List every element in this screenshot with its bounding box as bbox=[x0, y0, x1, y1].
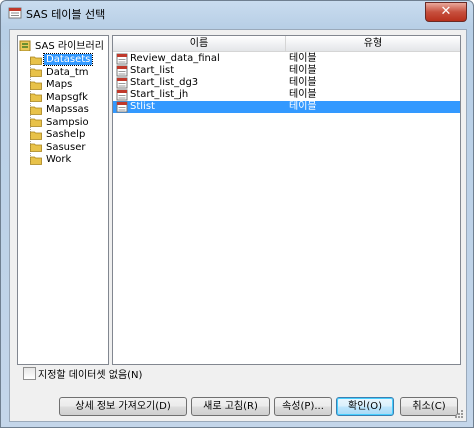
table-name-cell: Start_list_jh bbox=[130, 89, 189, 100]
tree-root-sas-libraries[interactable]: SAS 라이브러리 bbox=[19, 38, 106, 52]
tree-item-library[interactable]: Maps bbox=[30, 78, 74, 91]
tree-item-label: Data_tm bbox=[46, 66, 89, 78]
table-type-cell: 테이블 bbox=[289, 65, 317, 76]
cancel-button[interactable]: 취소(C) bbox=[400, 397, 458, 416]
tree-item-library[interactable]: Sashelp bbox=[30, 128, 87, 141]
sas-table-icon bbox=[116, 77, 128, 89]
library-folder-icon bbox=[30, 56, 42, 65]
tree-item-label: Sashelp bbox=[46, 129, 86, 140]
table-name-cell: Start_list_dg3 bbox=[130, 77, 199, 88]
tree-item-label: Sampsio bbox=[46, 116, 89, 128]
window-title: SAS 테이블 선택 bbox=[26, 8, 106, 21]
sas-table-icon bbox=[116, 89, 128, 101]
tree-item-label: Mapssas bbox=[46, 104, 89, 115]
table-name-cell: Start_list bbox=[130, 65, 175, 76]
dialog-client-area: SAS 라이브러리 Datasets Data_tm Maps Mapsgfk Maps… bbox=[9, 29, 467, 422]
tree-item-library[interactable]: Sampsio bbox=[30, 116, 91, 129]
ok-button[interactable]: 확인(O) bbox=[336, 397, 394, 416]
tree-root-label: SAS 라이브러리 bbox=[35, 41, 104, 52]
tree-item-label: Mapsgfk bbox=[46, 91, 88, 103]
resize-grip-icon[interactable] bbox=[454, 409, 464, 419]
library-folder-icon bbox=[30, 156, 42, 165]
tree-item-library[interactable]: Work bbox=[30, 153, 73, 166]
column-header-name[interactable]: 이름 bbox=[113, 36, 286, 52]
library-folder-icon bbox=[30, 106, 42, 115]
refresh-button[interactable]: 새로 고침(R) bbox=[191, 397, 270, 416]
library-folder-icon bbox=[30, 93, 42, 102]
table-row[interactable]: Start_list 테이블 bbox=[113, 65, 460, 77]
properties-button[interactable]: 속성(P)... bbox=[274, 397, 332, 416]
title-bar[interactable]: SAS 테이블 선택 ✕ bbox=[1, 1, 473, 25]
dialog-window: SAS 테이블 선택 ✕ SAS 라이브러리 Datasets Data_tm Ma… bbox=[0, 0, 474, 428]
tree-item-label: Maps bbox=[46, 79, 73, 90]
sas-table-icon bbox=[116, 101, 128, 113]
library-folder-icon bbox=[30, 81, 42, 90]
table-list[interactable]: 이름 유형 Review_data_final 테이블 Start_list 테이블 S… bbox=[112, 35, 461, 365]
table-type-cell: 테이블 bbox=[289, 89, 317, 100]
tree-item-label: Datasets bbox=[42, 53, 94, 66]
details-button[interactable]: 상세 정보 가져오기(D) bbox=[59, 397, 187, 416]
close-button[interactable]: ✕ bbox=[425, 2, 467, 22]
tree-item-library[interactable]: Data_tm bbox=[30, 66, 91, 79]
table-name-cell: Review_data_final bbox=[130, 53, 220, 64]
no-dataset-label: 지정할 데이터셋 없음(N) bbox=[38, 370, 143, 381]
table-row[interactable]: Review_data_final 테이블 bbox=[113, 53, 460, 65]
no-dataset-checkbox[interactable] bbox=[23, 367, 36, 380]
tree-item-library[interactable]: Mapsgfk bbox=[30, 91, 90, 104]
library-folder-icon bbox=[30, 143, 42, 152]
table-type-cell: 테이블 bbox=[289, 77, 317, 88]
library-root-icon bbox=[19, 40, 31, 51]
column-header-type[interactable]: 유형 bbox=[286, 36, 460, 52]
tree-item-library[interactable]: Sasuser bbox=[30, 141, 88, 154]
sas-table-icon bbox=[116, 65, 128, 77]
library-folder-icon bbox=[30, 68, 42, 77]
table-type-cell: 테이블 bbox=[289, 101, 317, 112]
library-folder-icon bbox=[30, 118, 42, 127]
tree-item-label: Work bbox=[46, 154, 72, 165]
tree-item-label: Sasuser bbox=[46, 141, 86, 153]
sas-table-icon bbox=[116, 53, 128, 65]
sas-app-icon bbox=[8, 7, 22, 19]
tree-item-library[interactable]: Datasets bbox=[30, 53, 94, 66]
tree-item-library[interactable]: Mapssas bbox=[30, 103, 91, 116]
table-row[interactable]: Start_list_jh 테이블 bbox=[113, 89, 460, 101]
table-type-cell: 테이블 bbox=[289, 53, 317, 64]
library-folder-icon bbox=[30, 131, 42, 140]
table-row[interactable]: Stlist 테이블 bbox=[113, 101, 460, 113]
library-tree[interactable]: SAS 라이브러리 Datasets Data_tm Maps Mapsgfk Maps… bbox=[17, 35, 109, 365]
table-row[interactable]: Start_list_dg3 테이블 bbox=[113, 77, 460, 89]
table-name-cell: Stlist bbox=[130, 101, 155, 112]
